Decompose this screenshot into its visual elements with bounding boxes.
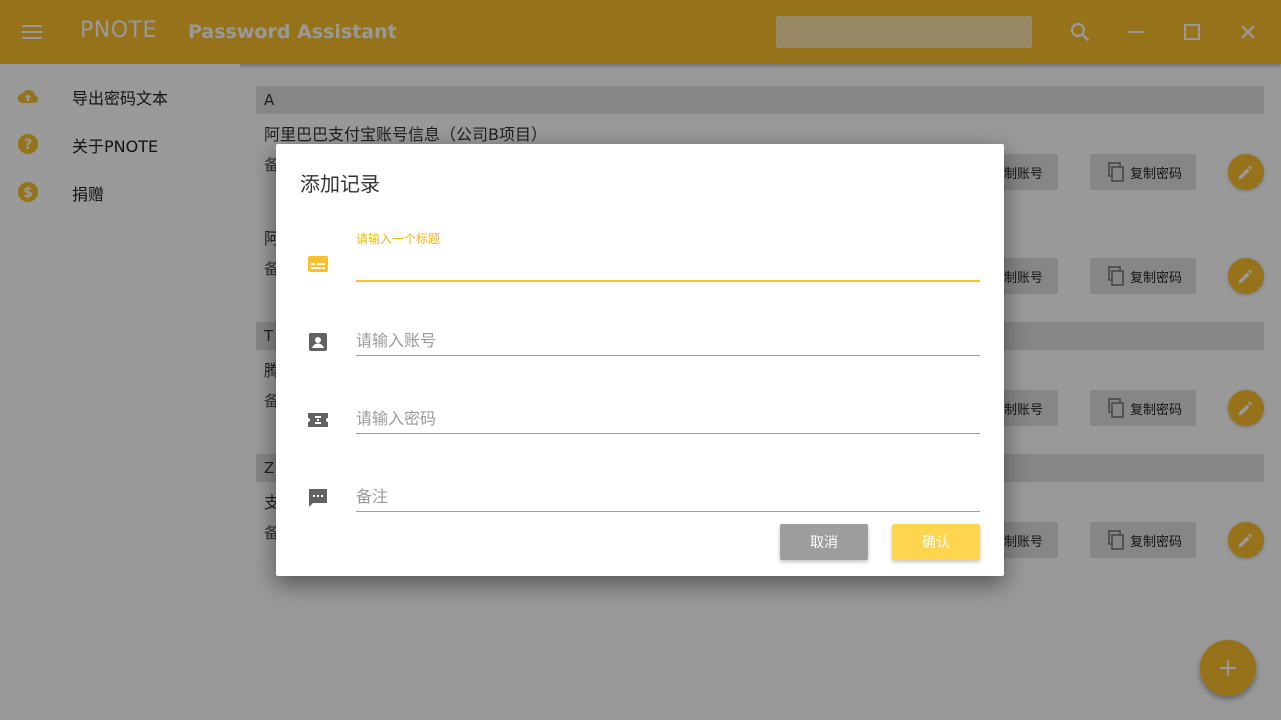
dialog-title: 添加记录: [300, 172, 380, 196]
title-input[interactable]: [356, 252, 980, 282]
confirm-button[interactable]: 确认: [892, 524, 980, 560]
account-box-icon: [306, 330, 330, 354]
account-field: [356, 326, 980, 360]
title-field-label: 请输入一个标题: [356, 232, 441, 246]
cancel-button[interactable]: 取消: [780, 524, 868, 560]
account-input[interactable]: [356, 326, 980, 356]
note-input[interactable]: [356, 482, 980, 512]
subtitles-icon: [306, 252, 330, 276]
title-field: 请输入一个标题: [356, 228, 980, 284]
ticket-icon: [306, 408, 330, 432]
password-field: [356, 404, 980, 438]
password-input[interactable]: [356, 404, 980, 434]
comment-icon: [306, 486, 330, 510]
note-field: [356, 482, 980, 516]
add-record-dialog: 添加记录 请输入一个标题 取消 确认: [276, 144, 1004, 576]
